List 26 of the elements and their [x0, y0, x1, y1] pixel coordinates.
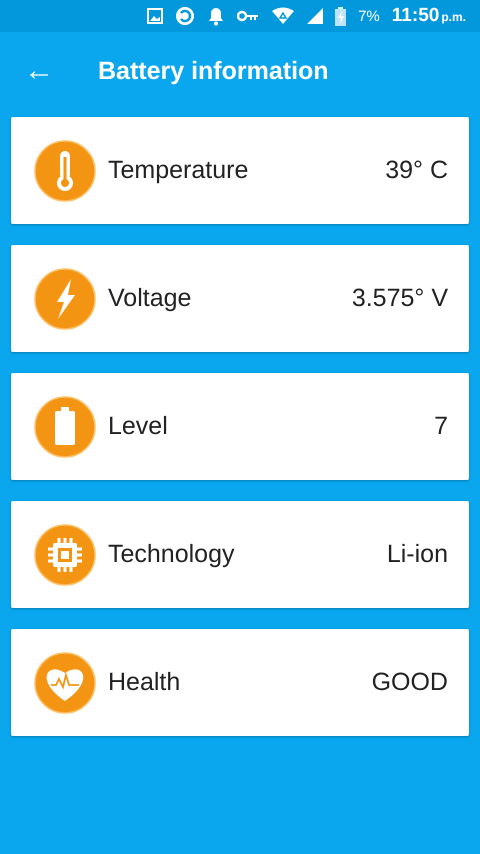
info-label: Voltage: [108, 284, 192, 313]
back-button[interactable]: ←: [24, 56, 54, 86]
refresh-icon: [175, 6, 196, 26]
image-icon: [147, 8, 164, 24]
bell-icon: [207, 6, 226, 26]
info-value: Li-ion: [386, 540, 448, 569]
info-value: GOOD: [372, 668, 448, 697]
screen-title: Battery information: [98, 56, 329, 86]
lightning-icon: [34, 268, 96, 330]
time-suffix: p.m.: [441, 10, 466, 24]
battery-icon: [335, 6, 346, 26]
chip-icon: [34, 524, 96, 586]
wifi-icon: [271, 7, 296, 25]
info-label: Temperature: [108, 156, 250, 185]
info-value: 7: [434, 412, 448, 441]
info-label: Technology: [108, 540, 236, 569]
info-value: 3.575° V: [352, 284, 448, 313]
info-label: Health: [108, 668, 182, 697]
battery-icon: [34, 396, 96, 458]
info-value: 39° C: [385, 156, 448, 185]
thermometer-icon: [34, 140, 96, 202]
signal-icon: [307, 8, 324, 24]
info-label: Level: [108, 412, 169, 441]
key-icon: [237, 10, 260, 22]
clock-time: 11:50: [392, 5, 440, 27]
battery-percent: 7%: [358, 8, 380, 24]
